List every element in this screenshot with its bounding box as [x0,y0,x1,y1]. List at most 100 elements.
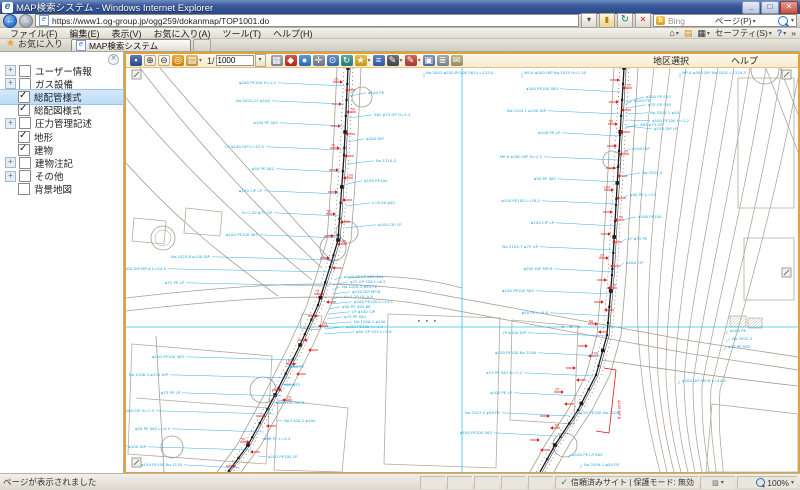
map-annotation: φ200 CIP LP [239,188,263,193]
layers-icon[interactable]: ▤ [186,55,198,66]
help-button[interactable]: ?▾ [777,28,787,38]
layer-checkbox[interactable] [19,65,31,77]
back-button[interactable]: ← [3,14,17,28]
red-pen-icon[interactable]: ✎ [405,55,417,66]
command-overflow-chevron[interactable]: » [791,28,796,38]
pipeline-map-drawing[interactable]: 2550751005025755010025502550751005025755… [126,68,798,472]
map-annotation: φ50 PE L=6.8 [522,310,549,315]
url-dropdown-button[interactable]: ▾ [581,13,597,28]
layer-item-背景地図[interactable]: 背景地図 [0,183,123,196]
svg-text:100: 100 [592,351,598,355]
tools-star-icon-dropdown[interactable]: ▾ [368,57,371,64]
map-annotation: φ100 PE [288,364,305,369]
zoom-control[interactable]: 100% ▾ [737,476,797,488]
measure-icon[interactable]: ◆ [285,55,297,66]
command-セーフティ(S)[interactable]: セーフティ(S)▾ [715,27,772,39]
layer-item-建物[interactable]: 建物 [0,143,123,156]
status-segment [474,476,499,489]
expand-icon[interactable]: + [5,65,16,76]
layer-checkbox[interactable] [18,131,30,143]
map-annotation: φ200 DIP MP-B [276,400,305,405]
scale-dropdown-button[interactable]: ▾ [255,54,266,67]
status-icons-segment[interactable]: ▨▾ [700,476,735,489]
command-ページ(P)[interactable]: ページ(P)▾ [715,15,772,27]
layer-checkbox[interactable] [19,170,31,182]
map-annotation: No.1108-4 φ150 DIP [129,372,169,377]
map-link-ヘルプ[interactable]: ヘルプ [731,54,758,67]
mail-icon[interactable]: ✉ [451,55,463,66]
map-annotation: φ150 PE100 No.3108 [578,410,620,415]
layer-checkbox[interactable] [19,78,31,90]
svg-text:75: 75 [315,289,319,293]
minimize-button[interactable]: _ [742,1,760,14]
layer-item-総配管様式[interactable]: 総配管様式 [0,90,123,103]
layer-item-総配図様式[interactable]: 総配図様式 [0,104,123,117]
tab-map-search-system[interactable]: e MAP検索システム [71,39,191,51]
save-icon[interactable]: ▪ [130,55,142,66]
map-annotation: φ100 PE100 S63 [152,354,185,359]
search-map-icon[interactable]: ⊙ [327,55,339,66]
window-icon[interactable]: ▣ [423,55,435,66]
zoom-out-icon[interactable]: ⊖ [158,55,170,66]
maximize-button[interactable]: □ [761,1,779,14]
layer-item-地形[interactable]: 地形 [0,130,123,143]
menu-ヘルプ(H)[interactable]: ヘルプ(H) [267,29,319,39]
globe-icon[interactable]: ● [299,55,311,66]
expand-icon[interactable]: + [5,118,16,129]
svg-text:75: 75 [612,283,616,287]
layer-checkbox[interactable] [18,183,30,195]
close-button[interactable]: ✕ [780,1,798,14]
menu-お気に入り(A)[interactable]: お気に入り(A) [148,29,217,39]
new-tab-stub[interactable] [193,39,211,51]
menu-ツール(T)[interactable]: ツール(T) [217,29,268,39]
map-annotation: φ100 PE100 S63 [460,430,493,435]
layer-item-ユーザー情報[interactable]: + ユーザー情報 [0,64,123,77]
map-annotation: No.3109-1 φ50 PE [584,462,620,467]
url-field[interactable]: e https://www1.og-group.jp/ogg259/dokanm… [35,14,579,27]
layer-label: その他 [35,169,64,183]
layer-item-ガス設備[interactable]: +ガス設備 [0,77,123,90]
layer-label: 建物 [34,143,53,157]
forward-button[interactable]: → [19,14,33,28]
list-icon[interactable]: ≣ [437,55,449,66]
url-text: https://www1.og-group.jp/ogg259/dokanmap… [52,16,269,26]
layer-checkbox[interactable] [18,91,30,103]
rotate-icon[interactable]: ↻ [341,55,353,66]
home-icon: ⌂ [669,28,674,38]
map-canvas[interactable]: 2550751005025755010025502550751005025755… [126,68,798,472]
menu-bar: ファイル(F)編集(E)表示(V)お気に入り(A)ツール(T)ヘルプ(H) ⌂▾… [0,28,800,39]
layer-checkbox[interactable] [19,117,31,129]
layer-checkbox[interactable] [18,144,30,156]
feeds-button[interactable]: ▤ [684,28,693,39]
layer-item-その他[interactable]: + その他 [0,170,123,183]
layer-checkbox[interactable] [18,104,30,116]
expand-icon[interactable]: + [5,78,16,89]
layer-checkbox[interactable] [19,157,31,169]
layers-icon-dropdown[interactable]: ▾ [199,57,202,64]
layer-item-圧力管理記述[interactable]: +圧力管理記述 [0,117,123,130]
home-button[interactable]: ⌂▾ [669,28,678,38]
map-annotation: φ50 PE L=2.4 [264,436,291,441]
map-link-地区選択[interactable]: 地区選択 [653,54,689,67]
scale-input[interactable] [216,55,254,66]
zoom-in-icon[interactable]: ⊕ [144,55,156,66]
expand-icon[interactable]: + [5,157,16,168]
stop-button[interactable]: ✕ [635,13,651,28]
print-icon[interactable]: ▦ [271,55,283,66]
pen-icon[interactable]: ✎ [387,55,399,66]
tools-star-icon[interactable]: ★ [355,55,367,66]
red-pen-icon-dropdown[interactable]: ▾ [418,57,421,64]
layer-list-icon[interactable]: ≡ [373,55,385,66]
expand-icon[interactable]: + [5,171,16,182]
pen-icon-dropdown[interactable]: ▾ [400,57,403,64]
map-annotation: MP-A φ300 DIP No.3201 L=210.5 [682,70,746,75]
layer-label: ユーザー情報 [35,64,92,78]
full-extent-icon[interactable]: ◎ [172,55,184,66]
menu-表示(V)[interactable]: 表示(V) [106,29,148,39]
map-annotation: φ200 PE100 S63 [526,86,559,91]
print-button[interactable]: ▦▾ [697,28,710,39]
pan-icon[interactable]: ✛ [313,55,325,66]
favorites-button[interactable]: ★ お気に入り [2,37,71,51]
layer-item-建物注記[interactable]: +建物注記 [0,156,123,169]
refresh-button[interactable]: ↻ [617,13,633,28]
